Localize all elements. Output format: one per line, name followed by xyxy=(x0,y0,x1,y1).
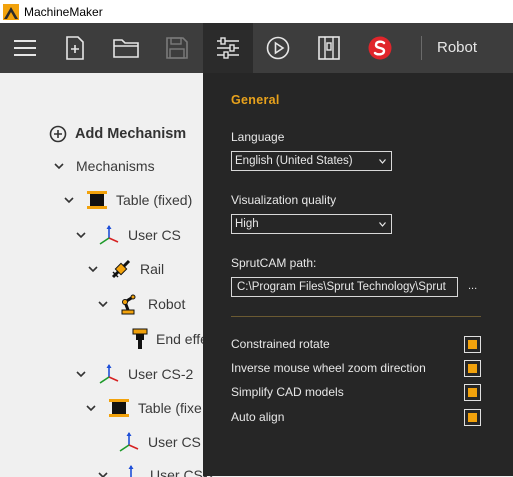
tree-item-label: Mechanisms xyxy=(76,158,155,174)
quality-select[interactable]: High xyxy=(231,214,392,234)
plus-circle-icon xyxy=(49,125,67,143)
settings-panel: General Language English (United States)… xyxy=(203,73,513,476)
tree-item-user-cs-2[interactable]: User CS-2 xyxy=(74,363,193,385)
tree-item-label: Table (fixed) xyxy=(116,192,193,208)
menu-icon xyxy=(14,40,36,56)
chevron-down-icon xyxy=(76,232,86,239)
add-mechanism-button[interactable]: Add Mechanism xyxy=(49,123,186,145)
save-icon xyxy=(166,37,188,59)
open-folder-button[interactable] xyxy=(101,23,151,73)
tree-item-end-effector[interactable]: End effe xyxy=(132,328,208,350)
main-toolbar: Robot xyxy=(0,23,513,73)
sprutcam-path-input[interactable]: C:\Program Files\Sprut Technology\Sprut xyxy=(231,277,458,297)
tree-item-table-fixed-2[interactable]: Table (fixe xyxy=(84,397,202,419)
tree-item-label: Table (fixe xyxy=(138,400,202,416)
tree-item-user-cs-nested[interactable]: User CS xyxy=(118,431,201,453)
window-title: MachineMaker xyxy=(24,4,103,19)
new-file-button[interactable] xyxy=(50,23,100,73)
sprutcam-button[interactable] xyxy=(355,23,405,73)
checkbox-label: Simplify CAD models xyxy=(231,385,344,399)
chevron-down-icon xyxy=(88,266,98,273)
check-fill xyxy=(468,363,477,373)
tree-item-user-cs-2-nested[interactable]: User CS-2 xyxy=(96,464,215,477)
chevron-down-icon xyxy=(379,159,386,164)
chevron-down-icon xyxy=(379,222,386,227)
table-icon xyxy=(109,399,129,417)
tree-item-robot[interactable]: Robot xyxy=(96,293,185,315)
coordinate-system-icon xyxy=(99,225,119,245)
rail-icon xyxy=(111,259,131,279)
tree-item-label: User CS xyxy=(148,434,201,450)
check-fill xyxy=(468,339,477,349)
tree-item-label: User CS xyxy=(128,227,181,243)
language-select[interactable]: English (United States) xyxy=(231,151,392,171)
chevron-down-icon xyxy=(54,163,64,170)
quality-value: High xyxy=(235,218,259,230)
run-button[interactable] xyxy=(253,23,303,73)
language-value: English (United States) xyxy=(235,155,353,167)
tree-item-label: Rail xyxy=(140,261,165,277)
settings-sliders-icon xyxy=(217,37,239,59)
end-effector-icon xyxy=(132,328,148,349)
coordinate-system-icon xyxy=(119,432,139,452)
auto-align-checkbox[interactable] xyxy=(464,408,481,426)
machine-button[interactable] xyxy=(304,23,354,73)
language-label: Language xyxy=(231,130,285,144)
new-file-icon xyxy=(66,36,84,60)
settings-divider xyxy=(231,316,481,317)
checkbox-label: Constrained rotate xyxy=(231,337,330,351)
check-fill xyxy=(468,387,477,397)
settings-button[interactable] xyxy=(203,23,253,73)
auto-align-option[interactable]: Auto align xyxy=(231,408,481,426)
coordinate-system-icon xyxy=(128,465,134,477)
chevron-down-icon xyxy=(64,197,74,204)
tree-item-mechanisms[interactable]: Mechanisms xyxy=(52,155,155,177)
check-fill xyxy=(468,412,477,422)
quality-label: Visualization quality xyxy=(231,193,337,207)
tree-item-label: End effe xyxy=(156,331,208,347)
checkbox-label: Auto align xyxy=(231,410,285,424)
checkbox-label: Inverse mouse wheel zoom direction xyxy=(231,361,426,375)
toolbar-divider xyxy=(421,36,422,60)
tree-item-rail[interactable]: Rail xyxy=(86,258,164,280)
tree-item-label: Robot xyxy=(148,296,186,312)
tree-item-table-fixed[interactable]: Table (fixed) xyxy=(62,189,192,211)
play-icon xyxy=(266,36,290,60)
robot-arm-icon xyxy=(121,294,136,315)
tree-item-user-cs[interactable]: User CS xyxy=(74,224,181,246)
open-folder-icon xyxy=(113,39,139,58)
simplify-cad-checkbox[interactable] xyxy=(464,383,481,401)
browse-button[interactable]: ... xyxy=(468,280,477,292)
sprutcam-logo-icon xyxy=(368,36,392,60)
machine-icon xyxy=(318,36,340,60)
inverse-zoom-checkbox[interactable] xyxy=(464,359,481,377)
chevron-down-icon xyxy=(98,301,108,308)
table-icon xyxy=(87,191,107,209)
add-mechanism-label: Add Mechanism xyxy=(75,126,187,142)
chevron-down-icon xyxy=(98,472,108,477)
robot-label[interactable]: Robot xyxy=(437,23,477,73)
settings-heading: General xyxy=(231,93,280,107)
save-button[interactable] xyxy=(152,23,202,73)
coordinate-system-icon xyxy=(99,364,119,384)
path-label: SprutCAM path: xyxy=(231,256,317,270)
inverse-zoom-option[interactable]: Inverse mouse wheel zoom direction xyxy=(231,359,481,377)
simplify-cad-option[interactable]: Simplify CAD models xyxy=(231,383,481,401)
menu-button[interactable] xyxy=(0,23,50,73)
app-logo-icon xyxy=(3,3,19,20)
constrained-rotate-option[interactable]: Constrained rotate xyxy=(231,335,481,353)
chevron-down-icon xyxy=(86,405,96,412)
title-bar: MachineMaker xyxy=(0,0,513,23)
constrained-rotate-checkbox[interactable] xyxy=(464,335,481,353)
chevron-down-icon xyxy=(76,371,86,378)
tree-item-label: User CS-2 xyxy=(128,366,194,382)
